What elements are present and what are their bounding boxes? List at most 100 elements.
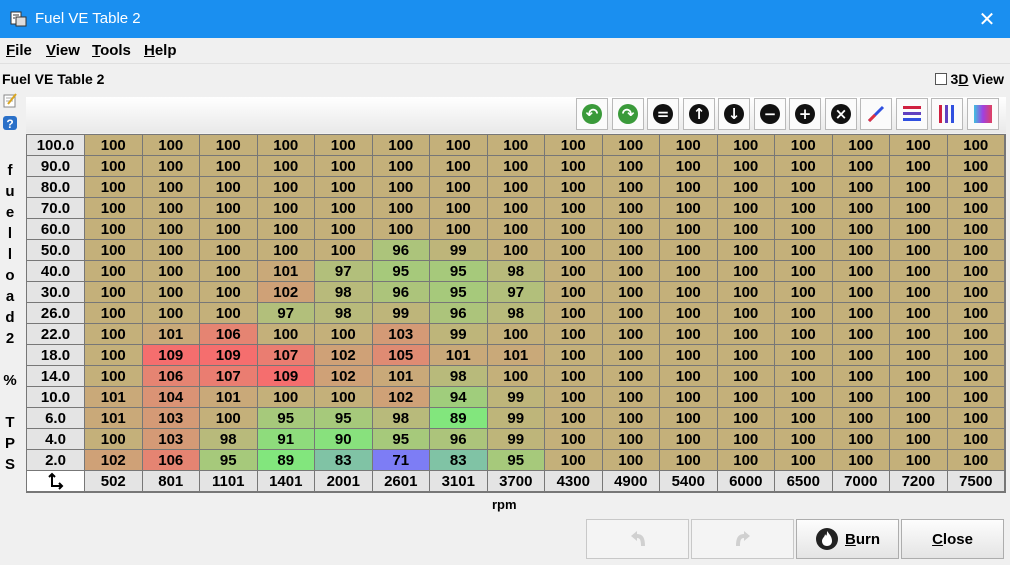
table-cell[interactable]: 100 <box>775 261 833 282</box>
table-cell[interactable]: 100 <box>832 429 890 450</box>
table-cell[interactable]: 100 <box>602 261 660 282</box>
row-header[interactable]: 6.0 <box>27 408 85 429</box>
table-cell[interactable]: 102 <box>85 450 143 471</box>
column-header[interactable]: 1101 <box>200 471 258 492</box>
table-cell[interactable]: 104 <box>142 387 200 408</box>
notes-icon[interactable] <box>2 92 18 108</box>
table-cell[interactable]: 100 <box>545 429 603 450</box>
table-cell[interactable]: 100 <box>660 156 718 177</box>
table-cell[interactable]: 100 <box>602 177 660 198</box>
close-button[interactable]: Close <box>901 519 1004 559</box>
table-cell[interactable]: 100 <box>602 303 660 324</box>
table-cell[interactable]: 100 <box>200 177 258 198</box>
table-cell[interactable]: 100 <box>545 345 603 366</box>
table-cell[interactable]: 101 <box>372 366 430 387</box>
table-cell[interactable]: 95 <box>372 261 430 282</box>
table-cell[interactable]: 89 <box>430 408 488 429</box>
table-cell[interactable]: 100 <box>85 345 143 366</box>
add-button[interactable]: + <box>789 98 821 130</box>
table-cell[interactable]: 99 <box>487 429 545 450</box>
increment-up-button[interactable]: ↑ <box>682 98 715 130</box>
row-header[interactable]: 2.0 <box>27 450 85 471</box>
table-cell[interactable]: 100 <box>545 156 603 177</box>
table-cell[interactable]: 100 <box>832 282 890 303</box>
table-cell[interactable]: 100 <box>85 240 143 261</box>
table-cell[interactable]: 103 <box>142 408 200 429</box>
menu-file[interactable]: File <box>6 42 32 59</box>
table-cell[interactable]: 95 <box>487 450 545 471</box>
table-cell[interactable]: 100 <box>545 324 603 345</box>
table-cell[interactable]: 101 <box>85 387 143 408</box>
table-cell[interactable]: 100 <box>257 219 315 240</box>
table-cell[interactable]: 100 <box>602 408 660 429</box>
table-cell[interactable]: 100 <box>257 198 315 219</box>
window-close-button[interactable]: ✕ <box>964 0 1010 38</box>
table-cell[interactable]: 100 <box>717 198 775 219</box>
column-header[interactable]: 5400 <box>660 471 718 492</box>
column-header[interactable]: 1401 <box>257 471 315 492</box>
table-cell[interactable]: 100 <box>775 303 833 324</box>
table-cell[interactable]: 98 <box>315 282 373 303</box>
row-header[interactable]: 4.0 <box>27 429 85 450</box>
table-cell[interactable]: 100 <box>717 387 775 408</box>
table-cell[interactable]: 100 <box>487 240 545 261</box>
table-cell[interactable]: 96 <box>372 282 430 303</box>
table-cell[interactable]: 100 <box>315 240 373 261</box>
table-cell[interactable]: 90 <box>315 429 373 450</box>
column-header[interactable]: 2601 <box>372 471 430 492</box>
table-cell[interactable]: 100 <box>545 177 603 198</box>
table-cell[interactable]: 100 <box>947 261 1005 282</box>
table-cell[interactable]: 109 <box>257 366 315 387</box>
table-cell[interactable]: 100 <box>890 408 948 429</box>
table-cell[interactable]: 95 <box>257 408 315 429</box>
row-header[interactable]: 70.0 <box>27 198 85 219</box>
table-cell[interactable]: 100 <box>775 345 833 366</box>
column-header[interactable]: 3700 <box>487 471 545 492</box>
table-cell[interactable]: 100 <box>660 135 718 156</box>
table-cell[interactable]: 100 <box>602 387 660 408</box>
table-cell[interactable]: 100 <box>372 219 430 240</box>
menu-view[interactable]: View <box>46 42 80 59</box>
table-cell[interactable]: 100 <box>832 450 890 471</box>
undo-button[interactable] <box>586 519 689 559</box>
table-cell[interactable]: 96 <box>372 240 430 261</box>
table-cell[interactable]: 100 <box>602 198 660 219</box>
redo-green-button[interactable]: ↷ <box>611 98 644 130</box>
table-cell[interactable]: 100 <box>775 177 833 198</box>
table-cell[interactable]: 100 <box>602 240 660 261</box>
help-icon[interactable]: ? <box>2 115 18 131</box>
table-cell[interactable]: 100 <box>545 408 603 429</box>
table-cell[interactable]: 107 <box>200 366 258 387</box>
table-cell[interactable]: 100 <box>257 387 315 408</box>
table-cell[interactable]: 100 <box>85 198 143 219</box>
table-cell[interactable]: 100 <box>947 198 1005 219</box>
table-cell[interactable]: 100 <box>487 177 545 198</box>
table-cell[interactable]: 100 <box>775 156 833 177</box>
table-cell[interactable]: 100 <box>602 282 660 303</box>
table-cell[interactable]: 100 <box>142 261 200 282</box>
table-cell[interactable]: 100 <box>257 156 315 177</box>
row-header[interactable]: 18.0 <box>27 345 85 366</box>
table-cell[interactable]: 100 <box>890 261 948 282</box>
table-cell[interactable]: 100 <box>85 282 143 303</box>
table-cell[interactable]: 102 <box>315 345 373 366</box>
table-cell[interactable]: 100 <box>775 450 833 471</box>
table-cell[interactable]: 98 <box>200 429 258 450</box>
table-cell[interactable]: 95 <box>200 450 258 471</box>
table-cell[interactable]: 100 <box>947 387 1005 408</box>
table-cell[interactable]: 100 <box>257 324 315 345</box>
table-cell[interactable]: 97 <box>257 303 315 324</box>
table-cell[interactable]: 100 <box>660 177 718 198</box>
table-cell[interactable]: 100 <box>487 198 545 219</box>
row-header[interactable]: 60.0 <box>27 219 85 240</box>
table-cell[interactable]: 100 <box>85 261 143 282</box>
column-header[interactable]: 3101 <box>430 471 488 492</box>
table-cell[interactable]: 109 <box>142 345 200 366</box>
table-cell[interactable]: 100 <box>832 345 890 366</box>
table-cell[interactable]: 95 <box>430 261 488 282</box>
table-cell[interactable]: 100 <box>315 135 373 156</box>
table-cell[interactable]: 100 <box>832 219 890 240</box>
column-header[interactable]: 7500 <box>947 471 1005 492</box>
table-cell[interactable]: 100 <box>717 177 775 198</box>
decrement-down-button[interactable]: ↓ <box>718 98 750 130</box>
